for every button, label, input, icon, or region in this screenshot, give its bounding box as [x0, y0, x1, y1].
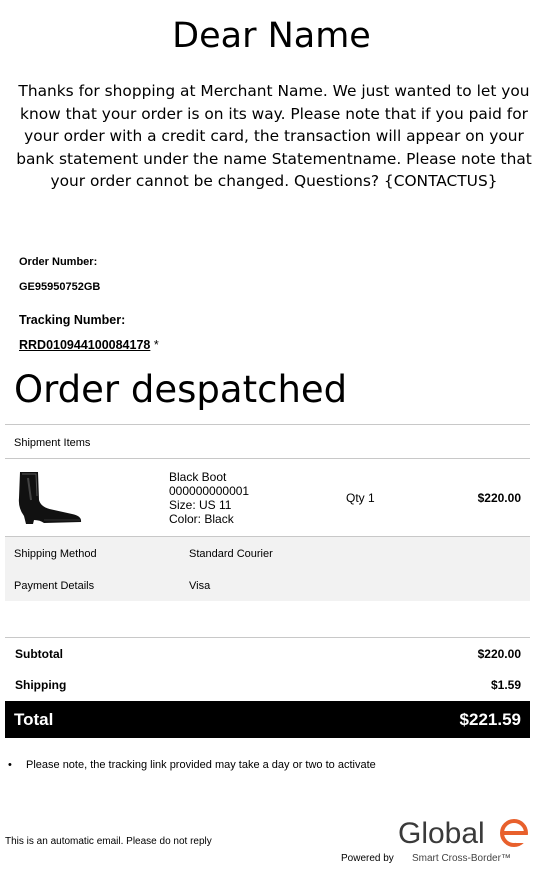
total-bar: Total $221.59: [5, 701, 530, 738]
total-label: Total: [14, 710, 54, 729]
tracking-note-text: Please note, the tracking link provided …: [26, 759, 376, 771]
order-status-title: Order despatched: [14, 368, 348, 411]
order-number-label: Order Number:: [19, 256, 98, 268]
item-sku: 000000000001: [169, 484, 250, 498]
tracking-number-label: Tracking Number:: [19, 313, 126, 327]
tracking-asterisk: *: [150, 338, 159, 352]
bullet-icon: •: [8, 759, 12, 771]
item-price: $220.00: [477, 491, 521, 505]
automatic-email-notice: This is an automatic email. Please do no…: [5, 836, 212, 847]
svg-text:Global: Global: [398, 817, 485, 849]
total-value: $221.59: [459, 710, 521, 729]
subtotal-label: Subtotal: [15, 647, 63, 661]
item-color: Color: Black: [169, 512, 234, 526]
intro-paragraph: Thanks for shopping at Merchant Name. We…: [16, 82, 532, 190]
shipping-method-label: Shipping Method: [14, 548, 97, 560]
payment-details-value: Visa: [189, 580, 211, 592]
divider: [5, 637, 530, 638]
greeting-heading: Dear Name: [172, 16, 371, 56]
product-image-boot-icon: [18, 472, 82, 524]
divider: [5, 458, 530, 459]
item-quantity: Qty 1: [346, 491, 375, 505]
shipping-payment-details: Shipping Method Standard Courier Payment…: [5, 537, 530, 601]
brand-tagline: Smart Cross-Border™: [412, 853, 511, 864]
divider: [5, 424, 530, 425]
item-size: Size: US 11: [169, 498, 232, 512]
shipping-method-value: Standard Courier: [189, 548, 273, 560]
subtotal-value: $220.00: [477, 647, 521, 661]
payment-details-label: Payment Details: [14, 580, 95, 592]
tracking-number: RRD010944100084178 *: [19, 338, 159, 352]
shipment-items-header: Shipment Items: [14, 437, 91, 449]
shipping-value: $1.59: [490, 678, 521, 692]
item-name: Black Boot: [169, 470, 227, 484]
tracking-note: • Please note, the tracking link provided…: [8, 759, 376, 771]
shipping-label: Shipping: [15, 678, 67, 692]
tracking-number-link[interactable]: RRD010944100084178: [19, 338, 150, 352]
global-e-logo: Global: [398, 817, 528, 849]
order-number-value: GE95950752GB: [19, 281, 101, 293]
item-details: Black Boot 000000000001 Size: US 11 Colo…: [169, 470, 249, 526]
powered-by-label: Powered by: [341, 853, 394, 864]
